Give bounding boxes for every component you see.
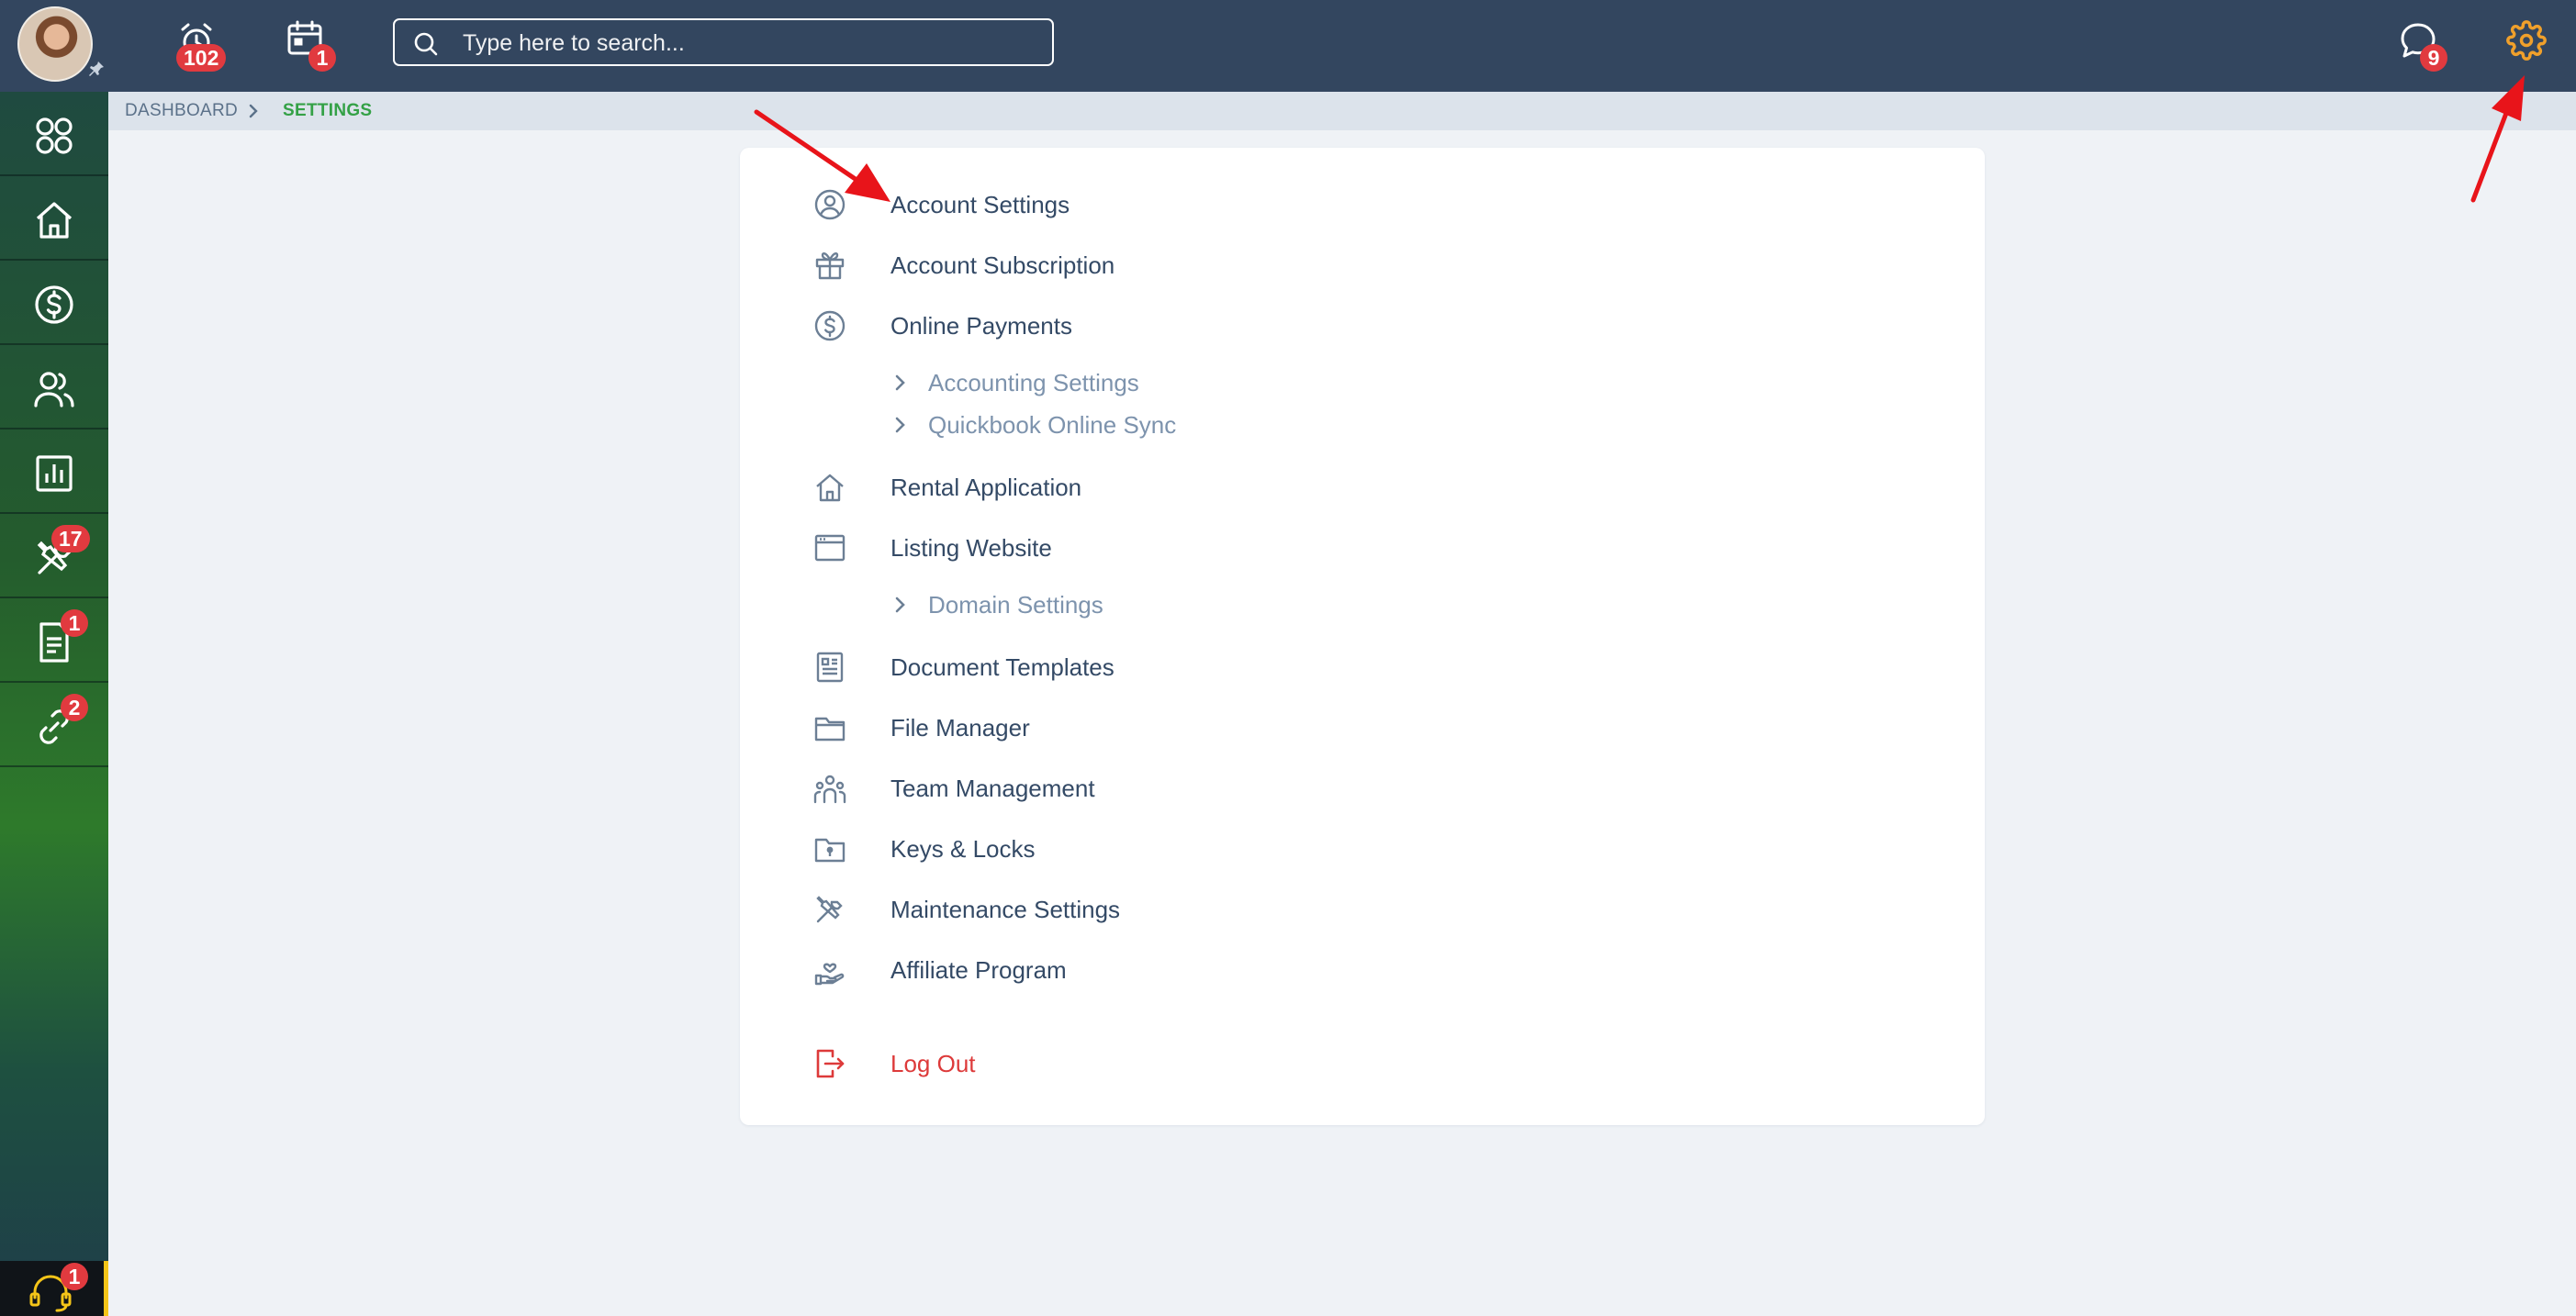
menu-account-settings[interactable]: Account Settings [740, 181, 1985, 229]
sidebar-item-apps[interactable] [0, 92, 108, 176]
chevron-right-icon [246, 103, 261, 119]
home-icon [36, 202, 73, 239]
key-folder-icon [814, 838, 846, 863]
menu-team-management[interactable]: Team Management [740, 764, 1985, 812]
menu-log-out[interactable]: Log Out [740, 1040, 1985, 1087]
menu-label: Log Out [890, 1050, 976, 1077]
folder-icon [814, 717, 846, 742]
sidebar: 17 1 2 1 [0, 92, 108, 1316]
sidebar-item-maintenance[interactable]: 17 [0, 514, 108, 598]
submenu-domain-settings[interactable]: Domain Settings [740, 585, 1985, 625]
tools-icon [816, 896, 843, 923]
sidebar-item-home[interactable] [0, 176, 108, 261]
chevron-right-icon [895, 597, 905, 613]
menu-label: File Manager [890, 714, 1030, 742]
menu-affiliate-program[interactable]: Affiliate Program [740, 946, 1985, 994]
menu-keys-locks[interactable]: Keys & Locks [740, 825, 1985, 873]
settings-menu-card: Account Settings Account Subscription On… [740, 148, 1985, 1125]
top-bar: 102 1 9 [0, 0, 2576, 92]
menu-label: Maintenance Settings [890, 896, 1121, 923]
menu-rental-application[interactable]: Rental Application [740, 463, 1985, 511]
menu-label: Team Management [890, 775, 1095, 802]
submenu-label: Domain Settings [928, 591, 1103, 619]
maintenance-badge: 17 [51, 525, 90, 552]
dollar-circle-icon [35, 285, 73, 324]
chevron-right-icon [895, 417, 905, 433]
menu-label: Document Templates [890, 653, 1114, 681]
menu-account-subscription[interactable]: Account Subscription [740, 241, 1985, 289]
calendar-badge: 1 [308, 44, 336, 72]
submenu-label: Accounting Settings [928, 369, 1139, 396]
menu-label: Affiliate Program [890, 956, 1067, 984]
menu-label: Listing Website [890, 534, 1052, 562]
gift-icon [815, 251, 845, 280]
search-input[interactable] [461, 20, 1034, 66]
user-avatar[interactable] [17, 6, 93, 82]
submenu-accounting-settings[interactable]: Accounting Settings [740, 362, 1985, 403]
menu-file-manager[interactable]: File Manager [740, 704, 1985, 752]
submenu-label: Quickbook Online Sync [928, 411, 1177, 439]
menu-label: Account Subscription [890, 251, 1115, 279]
support-badge: 1 [61, 1263, 88, 1290]
support-button[interactable]: 1 [0, 1261, 108, 1316]
menu-online-payments[interactable]: Online Payments [740, 302, 1985, 350]
menu-document-templates[interactable]: Document Templates [740, 643, 1985, 691]
chart-icon [36, 455, 73, 492]
users-icon [34, 372, 74, 407]
apps-icon [36, 117, 73, 154]
breadcrumb: DASHBOARD SETTINGS [108, 92, 2576, 130]
alarm-badge: 102 [176, 44, 227, 72]
search-icon [414, 32, 438, 56]
menu-listing-website[interactable]: Listing Website [740, 524, 1985, 572]
menu-maintenance-settings[interactable]: Maintenance Settings [740, 886, 1985, 933]
submenu-quickbook-sync[interactable]: Quickbook Online Sync [740, 405, 1985, 445]
user-circle-icon [814, 189, 846, 220]
menu-label: Online Payments [890, 312, 1072, 340]
sidebar-item-people[interactable] [0, 345, 108, 429]
logout-icon [816, 1049, 845, 1078]
gear-icon[interactable] [2506, 20, 2547, 61]
chevron-right-icon [895, 374, 905, 391]
team-icon [813, 775, 846, 804]
sidebar-item-finance[interactable] [0, 261, 108, 345]
breadcrumb-settings: SETTINGS [283, 101, 373, 120]
home-icon [816, 474, 844, 502]
chat-badge: 9 [2420, 44, 2447, 72]
dollar-circle-icon [814, 310, 846, 341]
browser-window-icon [814, 534, 846, 562]
hand-heart-icon [814, 963, 845, 986]
breadcrumb-dashboard[interactable]: DASHBOARD [125, 92, 238, 130]
menu-label: Keys & Locks [890, 835, 1036, 863]
document-template-icon [816, 652, 844, 683]
search-box[interactable] [393, 18, 1054, 66]
links-badge: 2 [61, 694, 88, 721]
sidebar-item-documents[interactable]: 1 [0, 598, 108, 683]
menu-label: Account Settings [890, 191, 1070, 218]
pin-icon[interactable] [86, 59, 106, 79]
menu-label: Rental Application [890, 474, 1082, 501]
sidebar-item-reports[interactable] [0, 429, 108, 514]
documents-badge: 1 [61, 609, 88, 637]
sidebar-item-links[interactable]: 2 [0, 683, 108, 767]
